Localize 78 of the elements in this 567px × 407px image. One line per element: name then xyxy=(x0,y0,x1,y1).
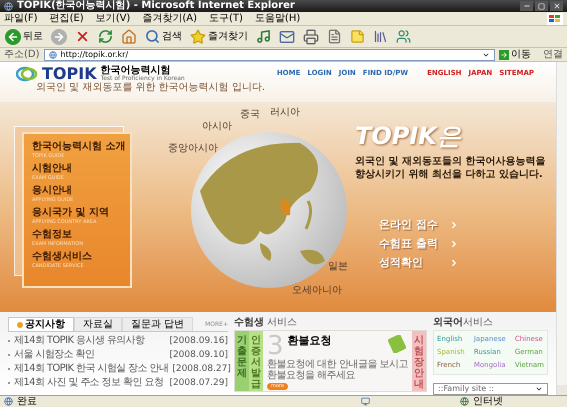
window-title: TOPIK(한국어능력시험) - Microsoft Internet Explorer xyxy=(17,1,295,11)
search-icon xyxy=(145,29,160,44)
mail-icon xyxy=(279,28,295,44)
address-label: 주소(D) xyxy=(4,50,40,60)
intro-text: 향상시키기 위해 최선을 다하고 있습니다. xyxy=(355,168,544,181)
notice-date: [2008.09.10] xyxy=(169,350,228,360)
notice-tab[interactable]: 자료실 xyxy=(74,317,122,331)
page-icon xyxy=(4,397,13,406)
menu-item[interactable]: 편집(E) xyxy=(50,14,84,24)
address-field[interactable]: http://topik.or.kr/ xyxy=(44,48,495,60)
notice-date: [2008.08.27] xyxy=(172,364,231,374)
menu-item[interactable]: 도움말(H) xyxy=(254,14,300,24)
printer-icon xyxy=(303,28,319,44)
menu-item[interactable]: 즐겨찾기(A) xyxy=(142,14,197,24)
notice-tab[interactable]: 공지사항 xyxy=(8,317,74,331)
feature-text: 환불요청에 대한 안내글을 보시고 xyxy=(267,359,408,370)
forward-icon xyxy=(51,28,67,44)
intro-text: 외국인 및 재외동포들의 한국어사용능력을 xyxy=(355,156,546,168)
back-button[interactable]: 뒤로 xyxy=(4,26,44,46)
logo-korean-text: 한국어능력시험 xyxy=(100,66,171,76)
menu-item[interactable]: 보기(V) xyxy=(96,14,130,24)
service-tab[interactable]: 기출문제 xyxy=(235,331,249,391)
region-label: 오세아니아 xyxy=(292,286,342,296)
region-label: 아시아 xyxy=(202,122,232,132)
region-label: 일본 xyxy=(328,262,348,272)
search-button[interactable]: 검색 xyxy=(144,26,183,46)
notice-title[interactable]: 서울 시험장소 확인 xyxy=(14,350,94,360)
internet-icon xyxy=(460,397,469,406)
service-heading: 수험생 서비스 xyxy=(234,316,298,330)
dropdown-icon xyxy=(535,385,543,393)
music-icon xyxy=(256,29,271,44)
foreign-heading: 외국어서비스 xyxy=(433,316,494,330)
back-icon xyxy=(5,28,21,44)
intro-title: TOPIK은 xyxy=(355,124,462,148)
menu-item[interactable]: 파일(F) xyxy=(4,14,38,24)
logo-icon xyxy=(16,66,38,82)
zone-text: 인터넷 xyxy=(473,396,503,406)
service-tab[interactable]: 인증서발급 xyxy=(249,331,263,391)
close-icon xyxy=(552,2,560,10)
maximize-button[interactable] xyxy=(535,1,548,11)
region-label: 중앙아시아 xyxy=(168,144,218,154)
family-site-select[interactable]: ::Family site :: xyxy=(433,383,548,395)
links-label[interactable]: 연결 xyxy=(543,50,563,60)
feature-title: 환불요청 xyxy=(288,335,332,346)
region-label: 중국 xyxy=(240,110,260,120)
menu-item[interactable]: 도구(T) xyxy=(209,14,243,24)
favorites-button[interactable]: 즐겨찾기 xyxy=(189,26,249,46)
notice-date: [2008.07.29] xyxy=(169,378,228,388)
notice-title[interactable]: 제14회 TOPIK 한국 시험실 장소 안내 xyxy=(14,364,168,374)
notice-tab[interactable]: 질문과 답변 xyxy=(122,317,194,331)
close-button[interactable] xyxy=(550,1,563,11)
document-icon xyxy=(327,29,342,44)
region-label: 러시아 xyxy=(270,108,300,118)
star-icon xyxy=(190,28,206,44)
browser-icon xyxy=(4,2,13,10)
notice-title[interactable]: 제14회 사진 및 주소 정보 확인 요청 xyxy=(14,378,164,388)
windows-logo-icon xyxy=(547,12,563,24)
home-button[interactable] xyxy=(120,26,138,46)
print-button[interactable] xyxy=(302,26,320,46)
scrollbar[interactable] xyxy=(556,62,567,395)
refresh-icon xyxy=(98,29,113,44)
people-icon xyxy=(396,29,411,44)
page-icon xyxy=(48,50,57,58)
status-text: 완료 xyxy=(17,396,37,406)
home-icon xyxy=(121,28,137,44)
minimize-button[interactable] xyxy=(520,1,533,11)
books-icon xyxy=(373,29,388,44)
edit-button[interactable] xyxy=(326,26,343,46)
logo-text: TOPIK xyxy=(42,66,97,82)
go-button[interactable]: 이동 xyxy=(499,50,531,60)
note-icon xyxy=(350,29,365,44)
screen-icon xyxy=(361,397,370,406)
notice-date: [2008.09.16] xyxy=(169,336,228,346)
notice-title[interactable]: 제14회 TOPIK 응시생 유의사항 xyxy=(14,336,144,346)
stop-icon xyxy=(75,29,90,44)
maximize-icon xyxy=(538,2,545,10)
tagline: 외국인 및 재외동포를 위한 한국어능력시험 입니다. xyxy=(36,82,266,94)
feature-text: 환불요청을 해주세요 xyxy=(267,370,356,381)
